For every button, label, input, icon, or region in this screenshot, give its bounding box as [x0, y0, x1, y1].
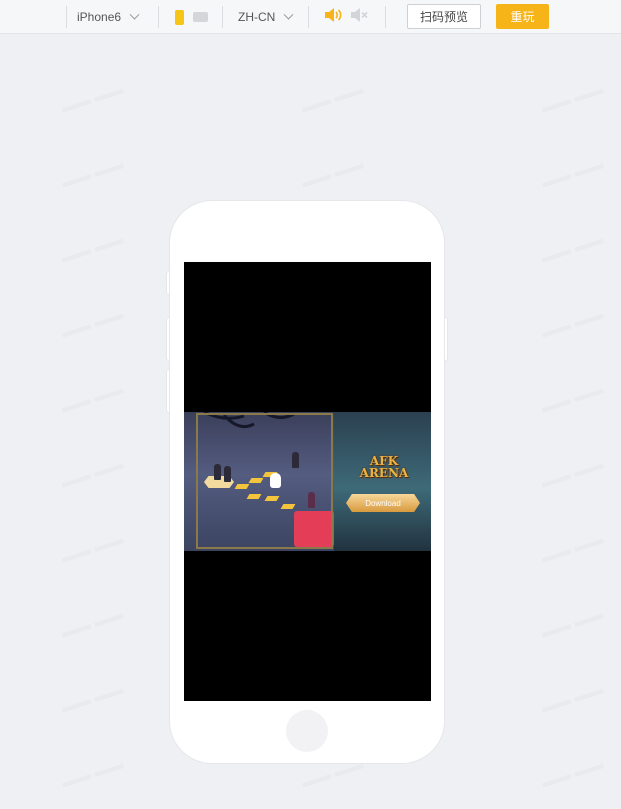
scan-preview-button[interactable]: 扫码预览	[407, 4, 481, 29]
download-button[interactable]: Download	[346, 494, 420, 512]
game-frame	[196, 413, 333, 549]
watermark: ▬▬ ▬▬	[59, 381, 125, 417]
watermark: ▬▬ ▬▬	[539, 156, 605, 192]
speaker-icon[interactable]	[323, 7, 343, 28]
mute-icon[interactable]	[349, 7, 369, 28]
watermark: ▬▬ ▬▬	[59, 531, 125, 567]
chevron-down-icon	[129, 9, 140, 20]
phone-screen[interactable]: AFK ARENA Download	[184, 262, 431, 701]
watermark: ▬▬ ▬▬	[59, 456, 125, 492]
watermark: ▬▬ ▬▬	[539, 681, 605, 717]
logo-line-2: ARENA	[359, 466, 409, 480]
portrait-toggle[interactable]	[175, 9, 184, 25]
device-select-label: iPhone6	[77, 10, 122, 24]
watermark: ▬▬ ▬▬	[539, 456, 605, 492]
watermark: ▬▬ ▬▬	[59, 306, 125, 342]
divider	[158, 6, 159, 28]
divider	[222, 6, 223, 28]
playable-ad[interactable]	[184, 412, 431, 551]
game-logo: AFK ARENA	[352, 455, 416, 479]
divider	[308, 6, 309, 28]
game-scene[interactable]	[184, 412, 334, 551]
device-select[interactable]: iPhone6	[77, 0, 140, 34]
language-select-label: ZH-CN	[238, 10, 276, 24]
divider	[66, 6, 67, 28]
watermark: ▬▬ ▬▬	[59, 231, 125, 267]
watermark: ▬▬ ▬▬	[299, 81, 365, 117]
chevron-down-icon	[283, 9, 294, 20]
watermark: ▬▬ ▬▬	[59, 156, 125, 192]
watermark: ▬▬ ▬▬	[539, 306, 605, 342]
watermark: ▬▬ ▬▬	[539, 606, 605, 642]
watermark: ▬▬ ▬▬	[299, 156, 365, 192]
watermark: ▬▬ ▬▬	[539, 381, 605, 417]
replay-button[interactable]: 重玩	[496, 4, 549, 29]
watermark: ▬▬ ▬▬	[59, 681, 125, 717]
divider	[385, 6, 386, 28]
watermark: ▬▬ ▬▬	[539, 81, 605, 117]
watermark: ▬▬ ▬▬	[539, 231, 605, 267]
watermark: ▬▬ ▬▬	[539, 756, 605, 792]
home-button[interactable]	[286, 710, 328, 752]
ad-sidebar	[334, 412, 431, 551]
landscape-toggle[interactable]	[193, 12, 208, 22]
language-select[interactable]: ZH-CN	[238, 0, 294, 34]
watermark: ▬▬ ▬▬	[59, 606, 125, 642]
watermark: ▬▬ ▬▬	[539, 531, 605, 567]
watermark: ▬▬ ▬▬	[59, 756, 125, 792]
toolbar: iPhone6 ZH-CN 扫码预览 重玩	[0, 0, 621, 34]
watermark: ▬▬ ▬▬	[59, 81, 125, 117]
